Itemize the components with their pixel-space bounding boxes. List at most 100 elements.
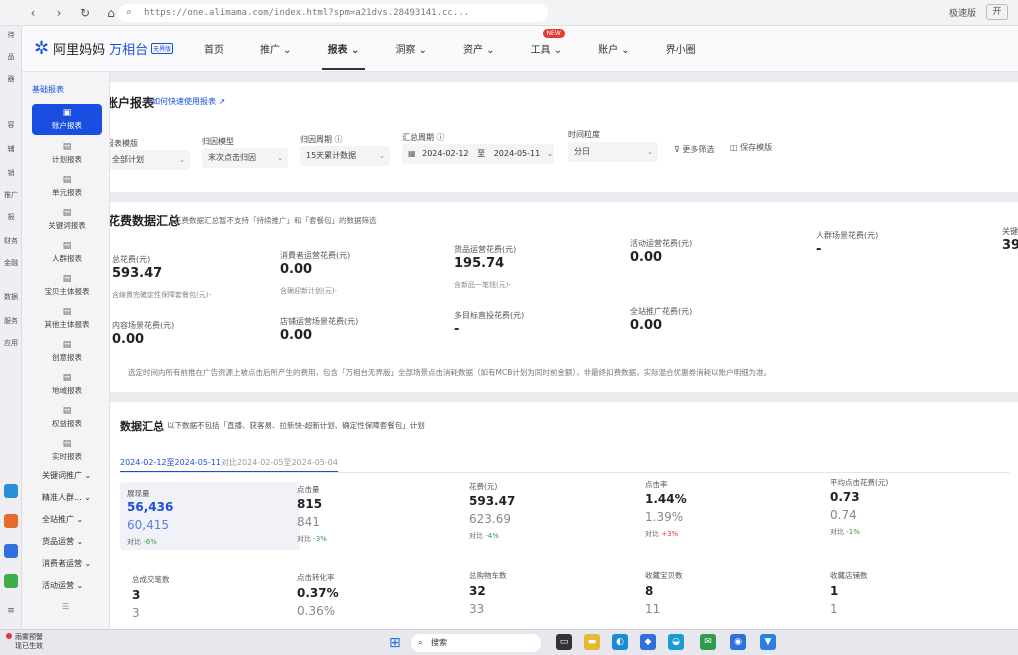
sidebar-item-unit-report[interactable]: ▤ 单元报表 bbox=[32, 175, 102, 198]
window-button[interactable]: 开 bbox=[986, 4, 1008, 20]
template-select[interactable]: 全部计划 ⌄ bbox=[110, 150, 190, 170]
rail-item[interactable]: 器 bbox=[1, 74, 21, 84]
sidebar-group-keyword[interactable]: 关键词推广 ⌄ bbox=[42, 470, 112, 481]
taskbar-search[interactable]: ⌕ 搜索 bbox=[411, 634, 541, 652]
nav-home[interactable]: 首页 bbox=[204, 41, 224, 56]
task-view-icon[interactable]: ▭ bbox=[556, 634, 572, 650]
nav-circle[interactable]: 界小圈 bbox=[666, 41, 696, 56]
back-icon[interactable]: ‹ bbox=[24, 6, 42, 20]
sidebar-item-rights-report[interactable]: ▤ 权益报表 bbox=[32, 406, 102, 429]
metric-previous: 33 bbox=[469, 602, 485, 616]
edge-icon[interactable]: ◐ bbox=[612, 634, 628, 650]
metric-label[interactable]: 总成交笔数 bbox=[132, 574, 170, 585]
search-icon: ⌕ bbox=[418, 638, 423, 647]
forward-icon[interactable]: › bbox=[50, 6, 68, 20]
sidebar-item-realtime-report[interactable]: ▤ 实时报表 bbox=[32, 439, 102, 462]
sidebar-group-crowd[interactable]: 精准人群... ⌄ bbox=[42, 492, 112, 503]
metric-current: 593.47 bbox=[469, 494, 516, 508]
metric-diff: 对比 -1% bbox=[830, 528, 860, 536]
more-filter-button[interactable]: ⊽ 更多筛选 bbox=[674, 144, 714, 155]
rail-item[interactable]: 推广 bbox=[1, 190, 21, 200]
sidebar-item-item-report[interactable]: ▤ 宝贝主体报表 bbox=[32, 274, 102, 297]
rail-item[interactable]: 容 bbox=[1, 120, 21, 130]
spend-summary-card: 花费数据汇总 花费数据汇总暂不支持「持续推广」和「套餐包」的数据筛选 总花费(元… bbox=[110, 202, 1018, 392]
sidebar-group-consumer[interactable]: 消费者运营 ⌄ bbox=[42, 558, 112, 569]
app-icon[interactable]: ◉ bbox=[730, 634, 746, 650]
rail-item[interactable]: 报 bbox=[1, 212, 21, 222]
rail-item[interactable]: 服务 bbox=[1, 316, 21, 326]
attribution-period-select[interactable]: 15天累计数据 ⌄ bbox=[300, 146, 390, 166]
menu-icon[interactable]: ≡ bbox=[1, 606, 21, 616]
date-range-picker[interactable]: ▦ 2024-02-12 至 2024-05-11 ⌄ bbox=[402, 144, 554, 164]
rail-item[interactable]: 应用 bbox=[1, 338, 21, 348]
file-explorer-icon[interactable]: ▬ bbox=[584, 634, 600, 650]
rail-item[interactable]: 辅 bbox=[1, 144, 21, 154]
nav-assets[interactable]: 资产 ⌄ bbox=[463, 41, 495, 56]
app-icon[interactable] bbox=[4, 484, 18, 498]
sidebar-group-activity[interactable]: 活动运营 ⌄ bbox=[42, 580, 112, 591]
granularity-select[interactable]: 分日 ⌄ bbox=[568, 142, 658, 162]
app-icon[interactable] bbox=[4, 574, 18, 588]
help-link[interactable]: 如何快速使用报表 ↗ bbox=[152, 96, 225, 107]
sidebar-group-fullsite[interactable]: 全站推广 ⌄ bbox=[42, 514, 112, 525]
app-icon[interactable]: ◒ bbox=[668, 634, 684, 650]
data-summary-title: 数据汇总 bbox=[120, 420, 164, 433]
nav-insight[interactable]: 洞察 ⌄ bbox=[395, 41, 427, 56]
rail-item[interactable]: 品 bbox=[1, 52, 21, 62]
sidebar-group-goods[interactable]: 货品运营 ⌄ bbox=[42, 536, 112, 547]
report-icon: ▤ bbox=[62, 175, 72, 185]
app-icon[interactable]: ◆ bbox=[640, 634, 656, 650]
sidebar-item-region-report[interactable]: ▤ 地域报表 bbox=[32, 373, 102, 396]
speed-mode-label[interactable]: 极速版 bbox=[949, 6, 976, 19]
chevron-down-icon: ⌄ bbox=[379, 152, 385, 160]
metric-label[interactable]: 点击量 bbox=[297, 484, 320, 495]
sidebar-item-plan-report[interactable]: ▤ 计划报表 bbox=[32, 142, 102, 165]
metric-label[interactable]: 总购物车数 bbox=[469, 570, 507, 581]
sidebar-item-account-report[interactable]: ▣ 账户报表 bbox=[32, 104, 102, 135]
metric-label[interactable]: 点击转化率 bbox=[297, 572, 335, 583]
app-icon[interactable] bbox=[4, 544, 18, 558]
app-icon[interactable] bbox=[4, 514, 18, 528]
nav-reports[interactable]: 报表 ⌄ bbox=[321, 41, 366, 70]
metric-label[interactable]: 花费(元) bbox=[469, 481, 497, 492]
sidebar-item-other-report[interactable]: ▤ 其他主体报表 bbox=[32, 307, 102, 330]
app-icon[interactable]: ✉ bbox=[700, 634, 716, 650]
metric-diff: 对比 -6% bbox=[127, 538, 157, 546]
sidebar-item-crowd-report[interactable]: ▤ 人群报表 bbox=[32, 241, 102, 264]
metric-value: 0.00 bbox=[280, 262, 313, 277]
report-icon: ▤ bbox=[62, 208, 72, 218]
rail-item[interactable]: 财务 bbox=[1, 236, 21, 246]
rail-item[interactable]: 销 bbox=[1, 168, 21, 178]
metric-label[interactable]: 收藏店铺数 bbox=[830, 570, 868, 581]
rail-item[interactable]: 金融 bbox=[1, 258, 21, 268]
date-compare-tab[interactable]: 2024-02-12至2024-05-11对比2024-02-05至2024-0… bbox=[120, 457, 338, 473]
nav-promotion[interactable]: 推广 ⌄ bbox=[260, 41, 292, 56]
attribution-model-select[interactable]: 末次点击归因 ⌄ bbox=[202, 148, 288, 168]
metric-previous: 11 bbox=[645, 602, 661, 616]
brand-logo[interactable]: ✲ 阿里妈妈 万相台 无界版 bbox=[34, 38, 184, 59]
metric-label[interactable]: 平均点击花费(元) bbox=[830, 477, 888, 488]
metric-label[interactable]: 点击率 bbox=[645, 479, 668, 490]
metric-label[interactable]: 收藏宝贝数 bbox=[645, 570, 683, 581]
weather-widget[interactable]: 雨雾预警 现已生效 bbox=[6, 633, 43, 651]
save-template-button[interactable]: ◫ 保存模版 bbox=[730, 142, 772, 153]
reload-icon[interactable]: ↻ bbox=[76, 6, 94, 20]
rail-item[interactable]: 数据 bbox=[1, 292, 21, 302]
app-icon[interactable]: ▼ bbox=[760, 634, 776, 650]
metric-current: 32 bbox=[469, 584, 486, 598]
product-name: 万相台 bbox=[109, 43, 149, 58]
report-icon: ▤ bbox=[62, 274, 72, 284]
nav-tools[interactable]: 工具 ⌄ NEW bbox=[531, 29, 565, 56]
nav-account[interactable]: 账户 ⌄ bbox=[598, 41, 630, 56]
address-bar[interactable]: ⌕ https://one.alimama.com/index.html?spm… bbox=[118, 4, 548, 22]
chevron-down-icon: ⌄ bbox=[179, 156, 185, 164]
sidebar-group-basic[interactable]: 基础报表 bbox=[32, 84, 64, 95]
metric-current: 0.37% bbox=[297, 586, 339, 600]
rail-item[interactable]: 待 bbox=[1, 30, 21, 40]
windows-start-icon[interactable]: ⊞ bbox=[389, 635, 401, 651]
metric-label: 全站推广花费(元) bbox=[630, 307, 693, 316]
metric-label[interactable]: 展现量 bbox=[127, 488, 150, 499]
metric-label: 店铺运营场景花费(元) bbox=[280, 317, 359, 326]
sidebar-item-keyword-report[interactable]: ▤ 关键词报表 bbox=[32, 208, 102, 231]
sidebar-item-creative-report[interactable]: ▤ 创意报表 bbox=[32, 340, 102, 363]
